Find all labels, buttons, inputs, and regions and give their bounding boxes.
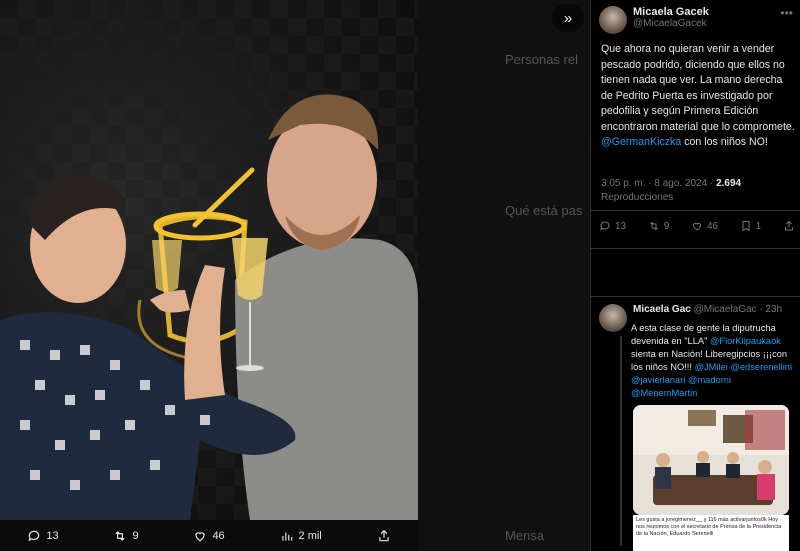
author-handle[interactable]: @MicaelaGacek (633, 18, 709, 29)
like-button[interactable]: 46 (691, 220, 718, 232)
instagram-caption: Les gusta a joregimenez__ y 116 más acti… (633, 515, 789, 551)
reply-author-name: Micaela Gac (633, 304, 691, 315)
reply-image[interactable] (633, 405, 789, 515)
media-viewer: Personas rel Qué está pas Mensa » 13 9 4… (0, 0, 590, 551)
mention-link[interactable]: @madorni (688, 375, 731, 385)
share-icon (785, 220, 793, 231)
more-options-icon[interactable]: ••• (780, 6, 793, 20)
like-button[interactable]: 46 (193, 529, 225, 543)
dimmed-section-title: Mensa (505, 528, 545, 543)
heart-icon (692, 222, 702, 231)
reply-icon (28, 530, 40, 541)
tweet-text-body: Que ahora no quieran venir a vender pesc… (601, 43, 795, 133)
reply-button[interactable]: 13 (27, 529, 59, 543)
double-chevron-right-icon: » (563, 9, 573, 27)
mention-link[interactable]: @GermanKiczka (601, 136, 681, 148)
divider (591, 210, 800, 211)
repost-icon (649, 221, 658, 231)
tweet-text-end: con los niños NO! (684, 136, 768, 148)
divider (591, 248, 800, 249)
reply-author-meta: @MicaelaGac · 23h (693, 304, 783, 315)
views-button[interactable]: 2 mil (280, 529, 322, 543)
dimmed-background (418, 0, 590, 551)
like-count: 46 (707, 220, 719, 232)
tweet-header: Micaela Gacek @MicaelaGacek (599, 6, 709, 34)
mention-link[interactable]: @MenemMartin (631, 388, 697, 398)
repost-icon (115, 530, 125, 541)
thread-line (620, 336, 622, 546)
repost-count: 9 (132, 529, 139, 542)
bookmark-count: 1 (755, 220, 762, 232)
mention-link[interactable]: @edserenellini (730, 362, 792, 372)
tweet-meta: 3:05 p. m. · 8 ago. 2024 · 2.694 Reprodu… (601, 177, 741, 205)
tweet-timestamp[interactable]: 3:05 p. m. · 8 ago. 2024 · (601, 178, 713, 189)
repost-button[interactable]: 9 (648, 220, 670, 232)
repost-button[interactable]: 9 (113, 529, 139, 543)
reply-button[interactable]: 13 (599, 220, 626, 232)
tweet-stats-bar: 13 9 46 1 (599, 220, 795, 232)
mention-link[interactable]: @javierlanari (631, 375, 685, 385)
mention-link[interactable]: @JMilei (695, 362, 728, 372)
share-icon (378, 529, 389, 541)
repost-count: 9 (663, 220, 670, 232)
views-count: 2 mil (298, 529, 322, 542)
like-count: 46 (212, 529, 225, 542)
mention-link[interactable]: @FlorKlipaukaok (710, 336, 781, 346)
tweet-detail-panel: Micaela Gacek @MicaelaGacek ••• Que ahor… (590, 0, 800, 551)
reply-icon (600, 221, 610, 231)
avatar[interactable] (599, 6, 627, 34)
bar-chart-icon (281, 532, 292, 541)
share-button[interactable] (377, 529, 391, 543)
heart-icon (195, 531, 206, 541)
bookmark-icon (742, 221, 750, 232)
share-button[interactable] (783, 220, 795, 232)
avatar[interactable] (599, 304, 627, 332)
author-name[interactable]: Micaela Gacek (633, 6, 709, 18)
reply-text: A esta clase de gente la diputrucha deve… (631, 322, 797, 400)
dimmed-section-title: Qué está pas (505, 203, 583, 218)
reply-count: 13 (46, 529, 59, 542)
dimmed-section-title: Personas rel (505, 52, 578, 67)
tweet-photo[interactable] (0, 0, 418, 520)
meeting-photo-illustration (633, 405, 789, 515)
photo-illustration (0, 94, 418, 520)
bookmark-button[interactable]: 1 (740, 220, 762, 232)
reply-count: 13 (615, 220, 627, 232)
media-action-bar: 13 9 46 2 mil (0, 520, 418, 551)
reply-tweet[interactable]: Micaela Gac @MicaelaGac · 23h A esta cla… (599, 304, 799, 546)
expand-collapse-button[interactable]: » (552, 4, 584, 32)
views-label: Reproducciones (601, 192, 674, 203)
divider (591, 296, 800, 297)
views-count: 2.694 (716, 178, 742, 189)
tweet-text: Que ahora no quieran venir a vender pesc… (601, 42, 797, 151)
